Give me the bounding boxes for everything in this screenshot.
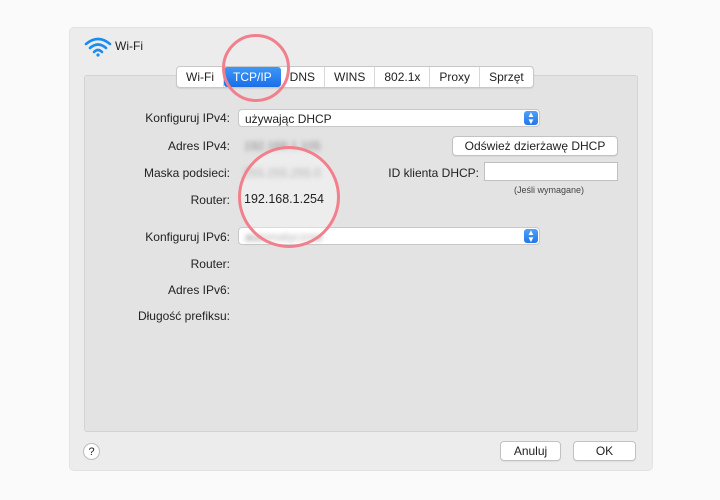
updown-arrows-icon: ▲ ▼ [524, 229, 538, 244]
ipv4-address-label: Adres IPv4: [167, 139, 230, 153]
tab-highlight-circle [222, 34, 290, 102]
tab-wins[interactable]: WINS [325, 67, 376, 87]
updown-arrows-icon: ▲ ▼ [524, 111, 538, 126]
help-button[interactable]: ? [83, 443, 100, 460]
ok-button[interactable]: OK [573, 441, 636, 461]
dhcp-client-id-label: ID klienta DHCP: [388, 166, 479, 180]
tab-hardware[interactable]: Sprzęt [480, 67, 533, 87]
window-title: Wi-Fi [115, 39, 143, 53]
ipv6-address-label: Adres IPv6: [167, 283, 230, 297]
tab-wifi[interactable]: Wi-Fi [177, 67, 224, 87]
client-id-note: (Jeśli wymagane) [514, 185, 585, 195]
tcpip-panel [84, 75, 638, 432]
configure-ipv4-value: używając DHCP [245, 112, 332, 126]
configure-ipv4-label: Konfiguruj IPv4: [145, 111, 230, 125]
subnet-mask-label: Maska podsieci: [143, 166, 230, 180]
ipv4-router-label: Router: [190, 193, 230, 207]
ipv6-router-label: Router: [190, 257, 230, 271]
configure-ipv4-select[interactable]: używając DHCP ▲ ▼ [238, 109, 540, 127]
ipv4-router-value: 192.168.1.254 [244, 192, 324, 206]
prefix-length-label: Długość prefiksu: [137, 309, 230, 323]
configure-ipv6-label: Konfiguruj IPv6: [145, 230, 230, 244]
cancel-button[interactable]: Anuluj [500, 441, 561, 461]
tab-8021x[interactable]: 802.1x [375, 67, 431, 87]
renew-dhcp-button[interactable]: Odśwież dzierżawę DHCP [452, 136, 618, 156]
dhcp-client-id-field[interactable] [484, 162, 618, 181]
tab-proxy[interactable]: Proxy [430, 67, 481, 87]
wifi-icon [84, 37, 112, 57]
